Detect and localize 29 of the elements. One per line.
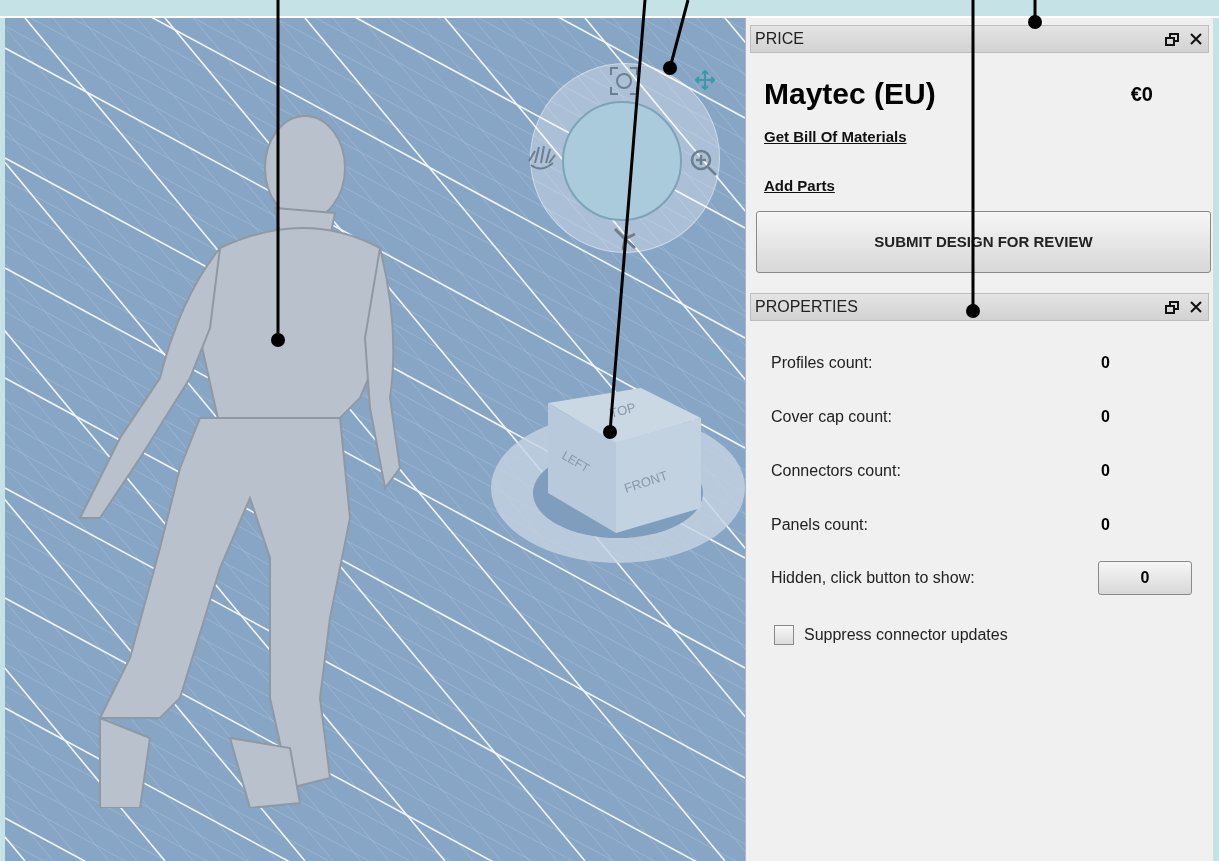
supplier-name: Maytec (EU)	[764, 76, 936, 112]
property-label: Profiles count:	[771, 353, 874, 373]
property-value: 0	[1101, 515, 1110, 535]
leader-line	[1028, 0, 1042, 29]
zoom-icon[interactable]	[689, 148, 719, 178]
property-label: Connectors count:	[771, 461, 902, 481]
close-icon[interactable]	[1188, 299, 1204, 315]
property-value: 0	[1101, 353, 1110, 373]
panel-title: PROPERTIES	[755, 297, 858, 317]
cube-face-label[interactable]: FRONT	[622, 467, 670, 496]
restore-icon[interactable]	[1164, 31, 1180, 47]
price-total: €0	[1130, 81, 1153, 107]
show-hidden-button[interactable]: 0	[1098, 561, 1192, 595]
frame-icon[interactable]	[609, 66, 639, 96]
property-label: Hidden, click button to show:	[771, 568, 976, 588]
checkbox-label: Suppress connector updates	[804, 625, 1008, 645]
panel-link[interactable]: Add Parts	[764, 174, 835, 197]
close-icon[interactable]	[1188, 31, 1204, 47]
crosshair-icon	[708, 346, 722, 360]
property-value: 0	[1101, 461, 1110, 481]
property-value: 0	[1101, 407, 1110, 427]
walk-icon[interactable]	[613, 226, 639, 252]
panel-link[interactable]: Get Bill Of Materials	[764, 126, 907, 149]
checkbox[interactable]	[774, 625, 794, 645]
property-label: Cover cap count:	[771, 407, 893, 427]
panel-title: PRICE	[755, 29, 804, 49]
property-label: Panels count:	[771, 515, 869, 535]
restore-icon[interactable]	[1164, 299, 1180, 315]
hand-icon[interactable]	[525, 143, 559, 173]
